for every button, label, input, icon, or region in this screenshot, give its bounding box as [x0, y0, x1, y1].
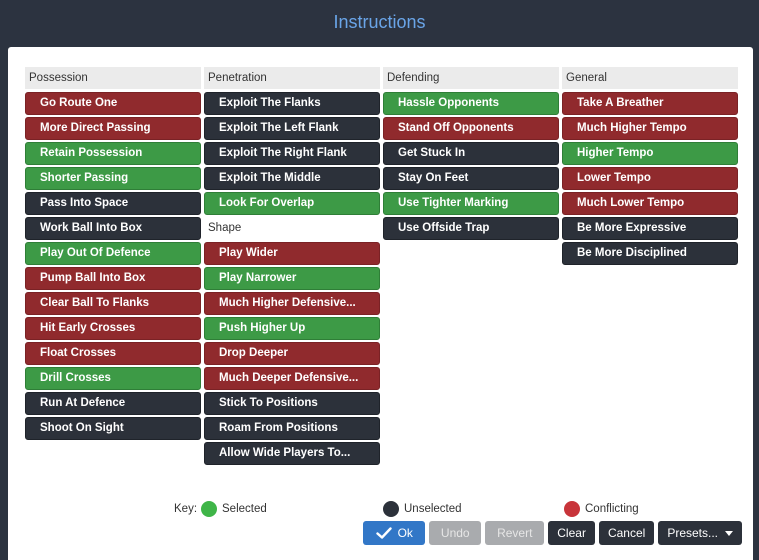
conflicting-dot-icon	[564, 501, 580, 517]
column-header-possession: Possession	[25, 67, 201, 89]
instruction-button-use-tighter-marking[interactable]: Use Tighter Marking	[383, 192, 559, 215]
instruction-button-much-lower-tempo[interactable]: Much Lower Tempo	[562, 192, 738, 215]
instruction-button-clear-ball-to-flanks[interactable]: Clear Ball To Flanks	[25, 292, 201, 315]
instruction-list-general: Take A Breather Much Higher Tempo Higher T…	[562, 92, 738, 267]
footer-buttons: Ok Undo Revert Clear Cancel Presets...	[363, 521, 742, 545]
instruction-button-shoot-on-sight[interactable]: Shoot On Sight	[25, 417, 201, 440]
instruction-button-push-higher-up[interactable]: Push Higher Up	[204, 317, 380, 340]
instruction-button-shorter-passing[interactable]: Shorter Passing	[25, 167, 201, 190]
instruction-list-penetration: Exploit The Flanks Exploit The Left Flank…	[204, 92, 380, 217]
legend-selected-label: Selected	[222, 503, 267, 515]
instruction-button-stay-on-feet[interactable]: Stay On Feet	[383, 167, 559, 190]
ok-button-label: Ok	[397, 526, 413, 540]
clear-button-label: Clear	[557, 526, 586, 540]
instruction-button-be-more-disciplined[interactable]: Be More Disciplined	[562, 242, 738, 265]
instruction-button-roam-from-positions[interactable]: Roam From Positions	[204, 417, 380, 440]
instruction-button-play-wider[interactable]: Play Wider	[204, 242, 380, 265]
instruction-button-exploit-the-left-flank[interactable]: Exploit The Left Flank	[204, 117, 380, 140]
undo-button[interactable]: Undo	[429, 521, 482, 545]
instruction-button-higher-tempo[interactable]: Higher Tempo	[562, 142, 738, 165]
instructions-panel: Possession Go Route One More Direct Passi…	[8, 47, 753, 560]
legend: Key: Selected Unselected Conflicting	[8, 499, 753, 519]
legend-conflicting: Conflicting	[564, 499, 639, 519]
instruction-button-much-higher-tempo[interactable]: Much Higher Tempo	[562, 117, 738, 140]
column-penetration: Penetration Exploit The Flanks Exploit Th…	[204, 67, 380, 467]
ok-button[interactable]: Ok	[363, 521, 426, 545]
check-icon	[375, 527, 392, 539]
instruction-button-exploit-the-right-flank[interactable]: Exploit The Right Flank	[204, 142, 380, 165]
column-defending: Defending Hassle Opponents Stand Off Oppo…	[383, 67, 559, 242]
column-possession: Possession Go Route One More Direct Passi…	[25, 67, 201, 442]
instruction-button-be-more-expressive[interactable]: Be More Expressive	[562, 217, 738, 240]
revert-button-label: Revert	[497, 526, 533, 540]
instruction-button-run-at-defence[interactable]: Run At Defence	[25, 392, 201, 415]
instruction-button-pass-into-space[interactable]: Pass Into Space	[25, 192, 201, 215]
instruction-button-pump-ball-into-box[interactable]: Pump Ball Into Box	[25, 267, 201, 290]
presets-button-label: Presets...	[667, 526, 718, 540]
cancel-button-label: Cancel	[607, 526, 646, 540]
instruction-button-drop-deeper[interactable]: Drop Deeper	[204, 342, 380, 365]
instruction-button-float-crosses[interactable]: Float Crosses	[25, 342, 201, 365]
cancel-button[interactable]: Cancel	[598, 521, 655, 545]
legend-unselected: Unselected	[383, 499, 462, 519]
column-header-penetration: Penetration	[204, 67, 380, 89]
instruction-button-much-higher-defensive[interactable]: Much Higher Defensive...	[204, 292, 380, 315]
column-header-defending: Defending	[383, 67, 559, 89]
title-bar: Instructions	[0, 0, 759, 44]
instruction-button-work-ball-into-box[interactable]: Work Ball Into Box	[25, 217, 201, 240]
section-header-shape: Shape	[204, 217, 380, 239]
instruction-button-stick-to-positions[interactable]: Stick To Positions	[204, 392, 380, 415]
instruction-button-go-route-one[interactable]: Go Route One	[25, 92, 201, 115]
legend-unselected-label: Unselected	[404, 503, 462, 515]
legend-key-label: Key:	[174, 503, 198, 515]
unselected-dot-icon	[383, 501, 399, 517]
revert-button[interactable]: Revert	[485, 521, 545, 545]
instruction-button-allow-wide-players-to[interactable]: Allow Wide Players To...	[204, 442, 380, 465]
caret-down-icon	[725, 530, 733, 536]
instruction-button-more-direct-passing[interactable]: More Direct Passing	[25, 117, 201, 140]
instruction-button-much-deeper-defensive[interactable]: Much Deeper Defensive...	[204, 367, 380, 390]
instruction-button-get-stuck-in[interactable]: Get Stuck In	[383, 142, 559, 165]
clear-button[interactable]: Clear	[548, 521, 595, 545]
instruction-button-exploit-the-flanks[interactable]: Exploit The Flanks	[204, 92, 380, 115]
instruction-button-use-offside-trap[interactable]: Use Offside Trap	[383, 217, 559, 240]
instruction-button-hassle-opponents[interactable]: Hassle Opponents	[383, 92, 559, 115]
column-general: General Take A Breather Much Higher Tempo…	[562, 67, 738, 267]
instruction-list-defending: Hassle Opponents Stand Off Opponents Get S…	[383, 92, 559, 242]
undo-button-label: Undo	[440, 526, 470, 540]
instruction-button-drill-crosses[interactable]: Drill Crosses	[25, 367, 201, 390]
instruction-button-stand-off-opponents[interactable]: Stand Off Opponents	[383, 117, 559, 140]
instruction-list-possession: Go Route One More Direct Passing Retain Po…	[25, 92, 201, 442]
legend-selected: Key: Selected	[174, 499, 267, 519]
instruction-button-play-out-of-defence[interactable]: Play Out Of Defence	[25, 242, 201, 265]
legend-conflicting-label: Conflicting	[585, 503, 639, 515]
column-header-general: General	[562, 67, 738, 89]
instruction-list-shape: Play Wider Play Narrower Much Higher Defen…	[204, 242, 380, 467]
instruction-button-hit-early-crosses[interactable]: Hit Early Crosses	[25, 317, 201, 340]
instruction-button-look-for-overlap[interactable]: Look For Overlap	[204, 192, 380, 215]
instruction-button-play-narrower[interactable]: Play Narrower	[204, 267, 380, 290]
instruction-button-take-a-breather[interactable]: Take A Breather	[562, 92, 738, 115]
window-title: Instructions	[333, 11, 426, 32]
selected-dot-icon	[201, 501, 218, 517]
instruction-button-exploit-the-middle[interactable]: Exploit The Middle	[204, 167, 380, 190]
instruction-button-lower-tempo[interactable]: Lower Tempo	[562, 167, 738, 190]
instruction-button-retain-possession[interactable]: Retain Possession	[25, 142, 201, 165]
presets-button[interactable]: Presets...	[658, 521, 742, 545]
